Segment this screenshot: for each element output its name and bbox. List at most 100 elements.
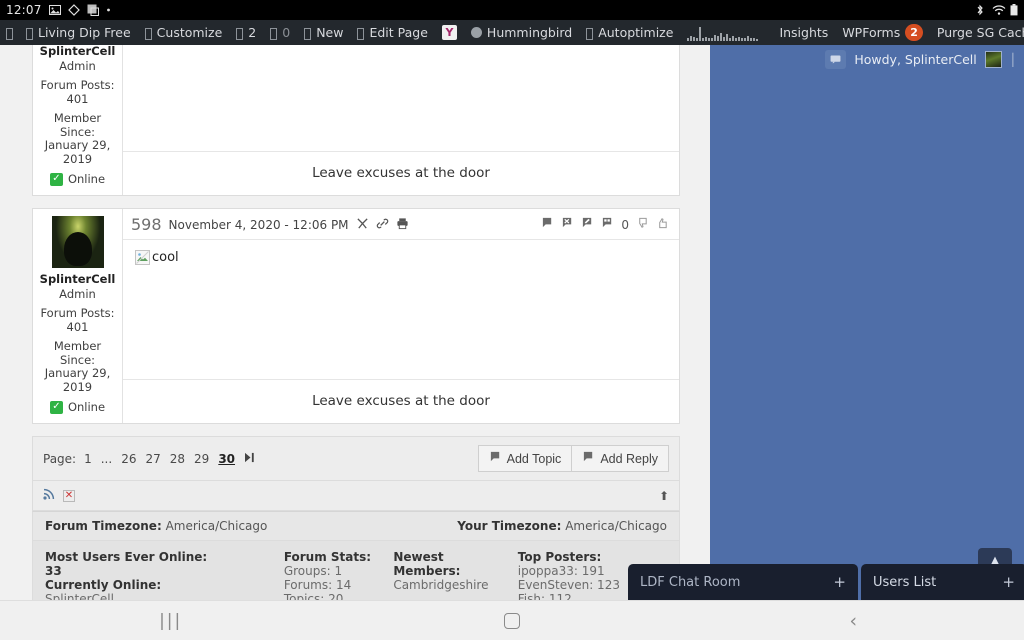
edit-flag-icon[interactable] bbox=[581, 217, 594, 232]
add-topic-button[interactable]: Add Topic bbox=[477, 445, 573, 473]
post-main: Leave excuses at the door bbox=[123, 45, 679, 195]
last-page-icon[interactable] bbox=[244, 452, 257, 466]
admin-bar-new[interactable]: New bbox=[297, 20, 350, 45]
member-since-value: January 29, 2019 bbox=[44, 138, 111, 166]
quote-flag-icon[interactable] bbox=[601, 217, 614, 232]
stats-column-forum: Forum Stats: Groups: 1 Forums: 14 Topics… bbox=[284, 550, 394, 600]
member-since-label: Member Since: bbox=[53, 339, 102, 367]
diamond-icon bbox=[67, 4, 80, 16]
post-number[interactable]: 598 bbox=[131, 215, 162, 234]
sim-card-icon bbox=[87, 4, 99, 16]
page-link-27[interactable]: 27 bbox=[145, 452, 160, 466]
post-actions: 0 bbox=[541, 217, 669, 232]
pagination-actions: Add Topic Add Reply bbox=[477, 445, 669, 473]
scroll-to-top-icon[interactable]: ⬆ bbox=[659, 489, 669, 503]
wpforms-badge: 2 bbox=[905, 24, 923, 41]
howdy-area[interactable]: Howdy, SplinterCell ⎮ bbox=[825, 50, 1016, 69]
print-icon[interactable] bbox=[396, 217, 409, 233]
flag-icon bbox=[489, 451, 502, 466]
admin-bar-hummingbird[interactable]: Hummingbird bbox=[464, 20, 579, 45]
wrench-icon[interactable] bbox=[356, 217, 369, 233]
status-bar-left: 12:07 bbox=[6, 3, 111, 17]
online-status: ✓ Online bbox=[37, 172, 118, 187]
android-nav-bar: ||| ‹ bbox=[0, 600, 1024, 640]
add-reply-button[interactable]: Add Reply bbox=[572, 445, 669, 473]
nav-back-button[interactable]: ‹ bbox=[683, 610, 1024, 632]
thumbs-up-icon[interactable] bbox=[656, 217, 669, 232]
post-date: November 4, 2020 - 12:06 PM bbox=[168, 217, 349, 232]
chat-room-expand-icon[interactable]: + bbox=[833, 573, 846, 591]
likes-count: 0 bbox=[621, 217, 629, 232]
page-link-29[interactable]: 29 bbox=[194, 452, 209, 466]
admin-bar-edit-page[interactable]: Edit Page bbox=[350, 20, 434, 45]
admin-bar-comments-count: 0 bbox=[282, 25, 291, 40]
pagination-bar: Page: 1 ... 26 27 28 29 30 Add Topic Add… bbox=[32, 436, 680, 482]
howdy-greeting[interactable]: Howdy, SplinterCell bbox=[854, 52, 976, 67]
page-link-28[interactable]: 28 bbox=[170, 452, 185, 466]
page-link-30-current[interactable]: 30 bbox=[218, 452, 235, 466]
admin-bar-updates[interactable]: 2 bbox=[229, 20, 263, 45]
forum-groups: Groups: 1 bbox=[283, 564, 343, 579]
member-since-value: January 29, 2019 bbox=[44, 366, 111, 394]
admin-bar-site-name[interactable]: Living Dip Free bbox=[19, 20, 138, 45]
currently-online-value[interactable]: SplinterCell bbox=[45, 592, 270, 600]
wordpress-admin-bar[interactable]: Living Dip Free Customize 2 0 New Edit P… bbox=[0, 20, 1024, 45]
online-label: Online bbox=[67, 399, 106, 414]
check-icon: ✓ bbox=[49, 172, 63, 186]
stats-column-newest: Newest Members: Cambridgeshire bbox=[393, 550, 517, 600]
admin-bar-autoptimize[interactable]: Autoptimize bbox=[579, 20, 680, 45]
site-home-icon bbox=[26, 27, 33, 40]
admin-bar-purge-sg-cache[interactable]: Purge SG Cache bbox=[930, 20, 1024, 45]
most-users-ever-online-value: 33 bbox=[45, 564, 62, 579]
post-signature: Leave excuses at the door bbox=[123, 379, 679, 423]
page-link-26[interactable]: 26 bbox=[121, 452, 136, 466]
admin-bar-purge-label: Purge SG Cache bbox=[936, 25, 1024, 40]
post-author-name[interactable]: SplinterCell bbox=[37, 45, 118, 59]
admin-bar-sparkline[interactable] bbox=[680, 20, 765, 45]
link-icon[interactable] bbox=[376, 217, 389, 233]
admin-bar-yoast[interactable]: Y bbox=[435, 20, 464, 45]
ldf-chat-room-tab[interactable]: LDF Chat Room + bbox=[628, 564, 858, 600]
your-timezone: Your Timezone: America/Chicago bbox=[457, 519, 667, 533]
post-author-role: Admin bbox=[59, 58, 96, 73]
admin-bar-customize[interactable]: Customize bbox=[138, 20, 230, 45]
nav-recents-button[interactable]: ||| bbox=[0, 611, 341, 631]
admin-bar-comments[interactable]: 0 bbox=[263, 20, 297, 45]
back-chevron-icon: ‹ bbox=[849, 609, 858, 632]
admin-bar-insights[interactable]: Insights bbox=[765, 20, 835, 45]
newest-member-value[interactable]: Cambridgeshire bbox=[393, 578, 503, 592]
rss-icon[interactable] bbox=[43, 487, 56, 504]
top-posters-label: Top Posters: bbox=[517, 550, 602, 565]
status-bar-right bbox=[974, 4, 1018, 16]
reply-flag-icon[interactable] bbox=[541, 217, 554, 232]
page-viewport: Howdy, SplinterCell ⎮ SplinterCell Admin… bbox=[0, 45, 1024, 600]
avatar[interactable] bbox=[984, 51, 1002, 68]
your-timezone-label: Your Timezone: bbox=[457, 519, 562, 534]
admin-bar-autoptimize-label: Autoptimize bbox=[598, 25, 674, 40]
delete-flag-icon[interactable] bbox=[561, 217, 574, 232]
page-ellipsis: ... bbox=[100, 451, 113, 466]
users-list-tab[interactable]: Users List + bbox=[861, 564, 1024, 600]
online-status: ✓ Online bbox=[37, 399, 118, 415]
nav-home-button[interactable] bbox=[341, 612, 682, 629]
xml-feed-icon[interactable]: ✕ bbox=[63, 489, 75, 502]
post-author-posts: Forum Posts: 401 bbox=[37, 78, 118, 106]
forum-forums: Forums: 14 bbox=[283, 578, 352, 593]
forum-timezone-value: America/Chicago bbox=[165, 519, 268, 534]
forum-posts-label: Forum Posts: bbox=[40, 306, 115, 321]
comment-bubble-icon[interactable] bbox=[825, 50, 847, 69]
users-list-expand-icon[interactable]: + bbox=[1002, 573, 1015, 591]
admin-bar-wpforms[interactable]: WPForms 2 bbox=[835, 20, 930, 45]
menu-glyph-icon[interactable]: ⎮ bbox=[1010, 53, 1016, 67]
timezone-bar: Forum Timezone: America/Chicago Your Tim… bbox=[32, 511, 680, 542]
avatar[interactable] bbox=[51, 216, 104, 269]
admin-bar-wordpress-logo[interactable] bbox=[0, 20, 19, 45]
post-author-name[interactable]: SplinterCell bbox=[37, 272, 118, 287]
forum-posts-label: Forum Posts: bbox=[40, 78, 115, 93]
dot-icon bbox=[106, 4, 111, 16]
page-link-1[interactable]: 1 bbox=[84, 452, 92, 466]
thumbs-down-icon[interactable] bbox=[636, 217, 649, 232]
forum-content-column: SplinterCell Admin Forum Posts: 401 Memb… bbox=[0, 45, 710, 600]
add-reply-label: Add Reply bbox=[600, 451, 658, 466]
forum-timezone: Forum Timezone: America/Chicago bbox=[45, 519, 267, 533]
